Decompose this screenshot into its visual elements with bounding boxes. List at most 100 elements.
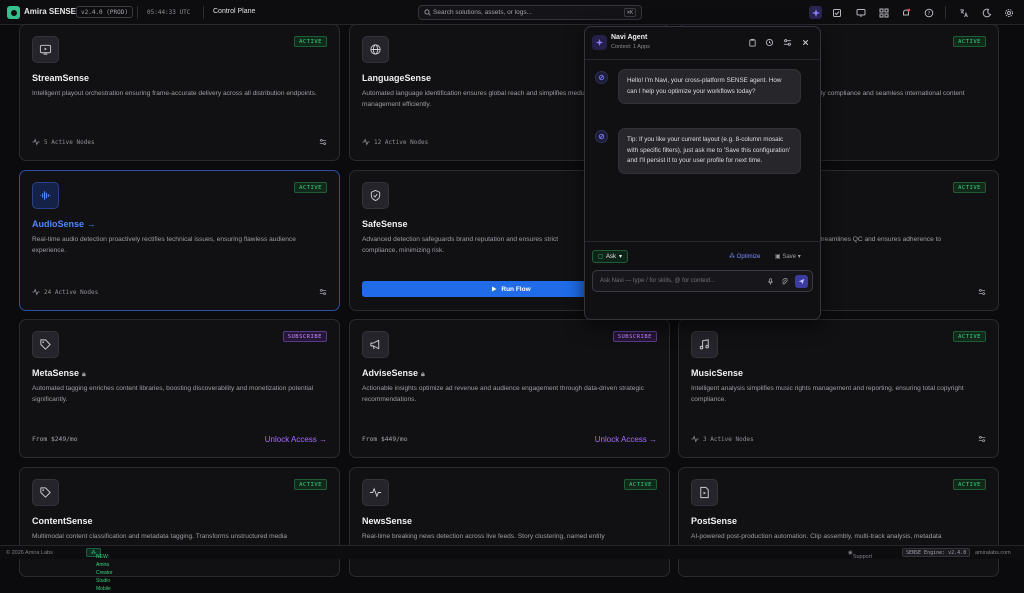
navi-agent-icon[interactable]: [809, 6, 822, 19]
divider: [203, 6, 204, 19]
lock-icon: 🔒︎: [421, 371, 425, 378]
send-button[interactable]: [795, 275, 808, 288]
status-badge: ACTIVE: [953, 479, 986, 490]
agent-header: Navi Agent Context: 1 Apps: [585, 27, 820, 60]
news-pill[interactable]: ⁂ NEW: Amira Creator Studio Mobile: [86, 548, 113, 592]
settings-sliders-icon[interactable]: [978, 435, 986, 443]
nodes-count: 5 Active Nodes: [44, 138, 95, 146]
search-shortcut: ⌘K: [623, 8, 636, 17]
active-nodes: 12 Active Nodes: [362, 138, 428, 146]
svg-text:?: ?: [927, 11, 930, 17]
support-link[interactable]: ◉ Support: [848, 550, 872, 560]
music-note-icon: [691, 331, 718, 358]
shield-check-icon: [362, 182, 389, 209]
navi-agent-panel: Navi Agent Context: 1 Apps Hello! I'm Na…: [584, 26, 821, 320]
price-label: From $449/mo: [362, 436, 408, 443]
solution-card-advisesense[interactable]: SUBSCRIBE AdviseSense 🔒︎ Actionable insig…: [349, 319, 670, 458]
status-badge: ACTIVE: [953, 331, 986, 342]
chat-bubble-icon: ◻: [598, 253, 603, 260]
copyright: © 2026 Amira Labs: [6, 550, 53, 556]
app-name: Amira SENSE: [24, 7, 77, 16]
card-title: ContentSense: [32, 516, 93, 526]
section-title: Control Plane: [213, 8, 256, 15]
settings-sliders-icon[interactable]: [319, 288, 327, 296]
theme-moon-icon[interactable]: [980, 6, 993, 19]
card-title-row: MetaSense 🔒︎: [32, 368, 86, 379]
clipboard-icon[interactable]: [748, 38, 757, 47]
settings-sliders-icon[interactable]: [319, 138, 327, 146]
agent-chat-input[interactable]: Ask Navi — type / for skills, @ for cont…: [592, 270, 813, 292]
play-icon: [492, 286, 497, 292]
subscribe-badge[interactable]: SUBSCRIBE: [612, 331, 657, 342]
attachment-icon[interactable]: [781, 278, 788, 285]
card-title-link[interactable]: AudioSense →: [32, 219, 96, 229]
active-nodes: 3 Active Nodes: [691, 435, 754, 443]
solution-card-newssense[interactable]: ACTIVE NewsSense Real-time breaking news…: [349, 467, 670, 577]
version-badge: v2.4.0 (PROD): [76, 6, 133, 18]
search-icon: [424, 9, 431, 16]
card-description: Automated tagging enriches content libra…: [32, 385, 314, 403]
unlock-access-link[interactable]: Unlock Access →: [265, 435, 327, 444]
subscribe-badge[interactable]: SUBSCRIBE: [282, 331, 327, 342]
nodes-count: 3 Active Nodes: [703, 435, 754, 443]
domain-link[interactable]: amiralabs.com: [975, 550, 1011, 556]
bell-icon[interactable]: [899, 6, 912, 19]
card-description: Multimodal content classification and me…: [32, 533, 288, 540]
card-title-row: AdviseSense 🔒︎: [362, 368, 425, 379]
news-label: NEW: Amira Creator Studio Mobile: [96, 554, 113, 592]
apps-grid-icon[interactable]: [877, 6, 890, 19]
card-title: AdviseSense: [362, 368, 419, 378]
lock-icon: 🔒︎: [82, 371, 86, 378]
card-title: PostSense: [691, 516, 738, 526]
active-nodes: 24 Active Nodes: [32, 288, 98, 296]
send-icon: [798, 278, 805, 285]
optimize-label: Optimize: [736, 254, 761, 260]
solution-card-postsense[interactable]: ACTIVE PostSense AI-powered post-product…: [678, 467, 999, 577]
card-title: AudioSense: [32, 219, 85, 229]
global-search-input[interactable]: Search solutions, assets, or logs... ⌘K: [418, 5, 642, 20]
solution-card-contentsense[interactable]: ACTIVE ContentSense Multimodal content c…: [19, 467, 340, 577]
agent-message: Hello! I'm Navi, your cross-platform SEN…: [618, 69, 801, 104]
card-description: Intelligent analysis simplifies music ri…: [691, 385, 964, 403]
tag-icon: [32, 331, 59, 358]
settings-sliders-icon[interactable]: [978, 288, 986, 296]
search-placeholder: Search solutions, assets, or logs...: [433, 9, 532, 16]
card-description: Actionable insights optimize ad revenue …: [362, 385, 644, 403]
navi-avatar-icon: [595, 130, 608, 143]
card-title: LanguageSense: [362, 73, 432, 83]
optimize-button[interactable]: ⁂ Optimize: [729, 253, 760, 260]
pulse-icon: [362, 479, 389, 506]
price-label: From $249/mo: [32, 436, 78, 443]
solution-card-audiosense[interactable]: ACTIVE AudioSense → Real-time audio dete…: [19, 170, 340, 311]
unlock-access-link[interactable]: Unlock Access →: [595, 435, 657, 444]
mode-select-ask[interactable]: ◻ Ask ▾: [592, 250, 629, 263]
save-button[interactable]: ▣ Save ▾: [775, 253, 801, 260]
solution-card-streamsense[interactable]: ACTIVE StreamSense Intelligent playout o…: [19, 24, 340, 161]
navi-sparkle-icon: [592, 35, 607, 50]
settings-gear-icon[interactable]: [1002, 6, 1015, 19]
monitor-icon[interactable]: [854, 6, 867, 19]
status-badge: ACTIVE: [953, 36, 986, 47]
history-icon[interactable]: [765, 38, 774, 47]
card-description: ...ty compliance and seamless internatio…: [815, 90, 965, 97]
agent-context: Context: 1 Apps: [611, 44, 650, 50]
solution-card-metasense[interactable]: SUBSCRIBE MetaSense 🔒︎ Automated tagging …: [19, 319, 340, 458]
chevron-down-icon: ▾: [619, 253, 623, 260]
solution-card-musicsense[interactable]: ACTIVE MusicSense Intelligent analysis s…: [678, 319, 999, 458]
status-footer: © 2026 Amira Labs ⁂ NEW: Amira Creator S…: [0, 545, 1024, 592]
status-badge: ACTIVE: [953, 182, 986, 193]
sliders-icon[interactable]: [783, 38, 792, 47]
engine-version-badge: SENSE Engine: v2.4.0: [902, 548, 971, 557]
agent-message: Tip: If you like your current layout (e.…: [618, 128, 801, 174]
translate-icon[interactable]: [957, 6, 970, 19]
microphone-icon[interactable]: [767, 278, 774, 285]
help-icon[interactable]: ?: [922, 6, 935, 19]
pulse-icon: [691, 435, 699, 443]
close-icon[interactable]: [801, 38, 810, 47]
app-logo-icon[interactable]: [7, 6, 20, 19]
checklist-icon[interactable]: [830, 6, 843, 19]
waveform-icon: [32, 182, 59, 209]
divider: [137, 6, 138, 19]
top-bar: Amira SENSE v2.4.0 (PROD) 05:44:33 UTC C…: [0, 0, 1024, 25]
divider: [945, 6, 946, 19]
